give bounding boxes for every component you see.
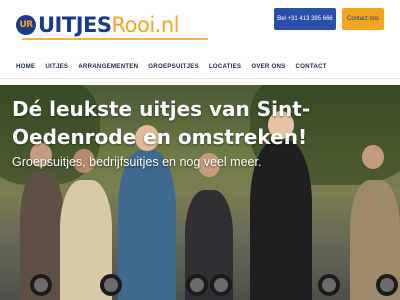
hero-banner: Dé leukste uitjes van Sint-Oedenrode en … <box>0 85 400 300</box>
logo-underline <box>22 38 208 40</box>
scooter-wheel <box>376 274 398 296</box>
hero-subtitle: Groepsuitjes, bedrijfsuitjes en nog veel… <box>12 155 262 169</box>
scooter-wheel <box>210 274 232 296</box>
scooter-wheel <box>100 274 122 296</box>
call-button[interactable]: Bel +31 413 395 666 <box>274 8 336 30</box>
nav-item-over-ons[interactable]: OVER ONS <box>251 63 285 70</box>
nav-item-groepsuitjes[interactable]: GROEPSUITJES <box>148 63 199 70</box>
logo-wordmark: UITJESRooi.nl <box>38 13 179 37</box>
main-nav: HOME UITJES ARRANGEMENTEN GROEPSUITJES L… <box>0 58 400 74</box>
nav-item-locaties[interactable]: LOCATIES <box>209 63 241 70</box>
scooter-wheel <box>186 274 208 296</box>
site-header: UR UITJESRooi.nl Bel +31 413 395 666 Con… <box>0 0 400 50</box>
scooter-wheel <box>30 274 52 296</box>
nav-item-contact[interactable]: CONTACT <box>296 63 327 70</box>
hero-person <box>118 150 176 300</box>
site-logo[interactable]: UR UITJESRooi.nl <box>16 12 179 38</box>
nav-item-uitjes[interactable]: UITJES <box>45 63 68 70</box>
nav-item-home[interactable]: HOME <box>16 63 35 70</box>
nav-divider <box>0 78 400 79</box>
scooter-wheel <box>318 274 340 296</box>
nav-item-arrangementen[interactable]: ARRANGEMENTEN <box>78 63 138 70</box>
contact-button[interactable]: Contact ons <box>342 8 384 30</box>
hero-title: Dé leukste uitjes van Sint-Oedenrode en … <box>12 97 311 149</box>
logo-mark-icon: UR <box>16 15 36 35</box>
